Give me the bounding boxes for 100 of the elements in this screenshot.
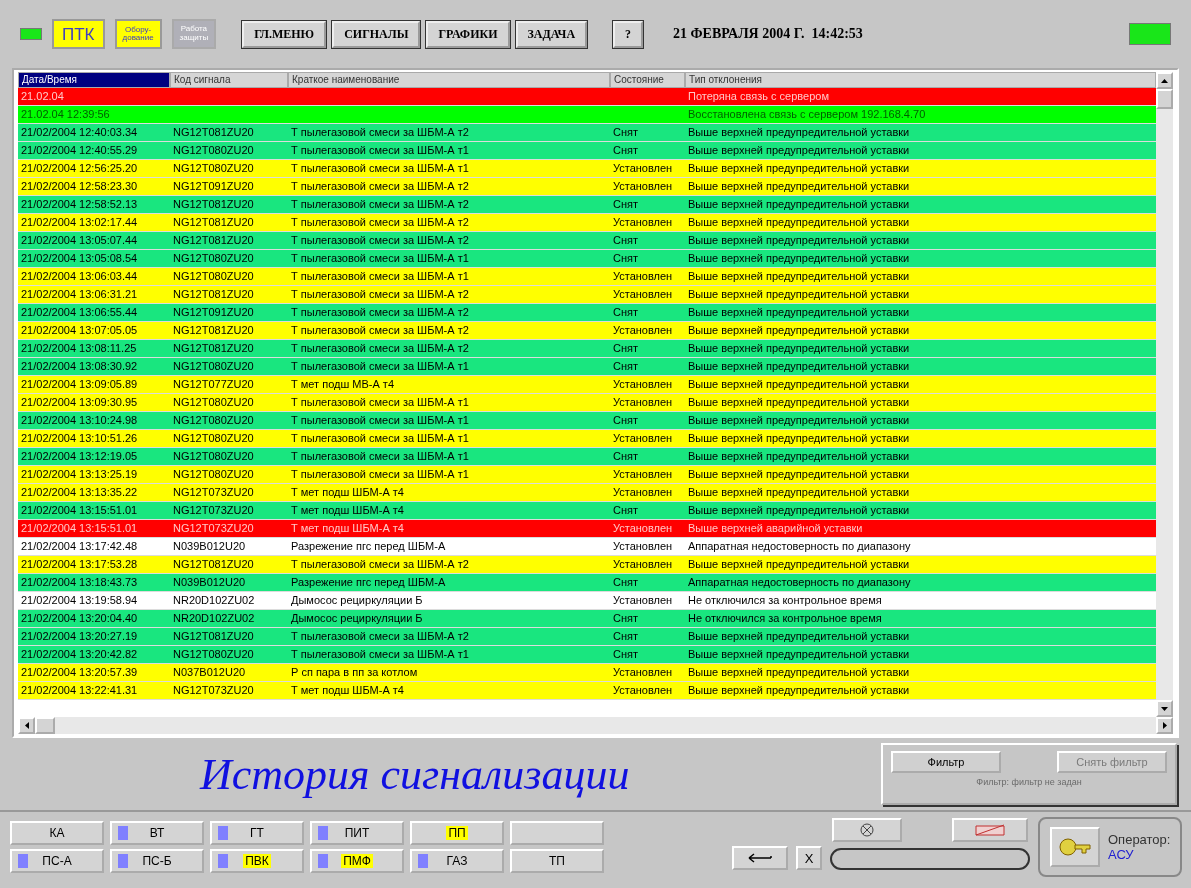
menu-button[interactable]: ГРАФИКИ: [426, 20, 510, 48]
scroll-up-button[interactable]: [1156, 72, 1173, 89]
table-cell-text: Выше верхней предупредительной уставки: [687, 341, 911, 356]
filter-button[interactable]: Фильтр: [891, 751, 1001, 773]
table-cell-text: NG12T080ZU20: [172, 449, 255, 464]
down-arrow-icon: [1161, 706, 1168, 711]
table-row[interactable]: 21/02/2004 13:18:43.73 N039B012U20 Разрежение пгс перед ШБМ-А Снят Аппаратная недостоверность по диапазону: [18, 574, 1156, 592]
table-cell-text: 21/02/2004 13:08:11.25: [20, 341, 138, 356]
table-row[interactable]: 21/02/2004 13:22:41.31 NG12T073ZU20 Т мет подш ШБМ-А т4 Установлен Выше верхней предупредительной уставки: [18, 682, 1156, 700]
table-row[interactable]: 21/02/2004 13:07:05.05 NG12T081ZU20 Т пылегазовой смеси за ШБМ-А т2 Установлен Выше верхней предупредительной уставки: [18, 322, 1156, 340]
table-cell-text: NG12T073ZU20: [172, 485, 255, 500]
table-row[interactable]: 21/02/2004 13:20:42.82 NG12T080ZU20 Т пылегазовой смеси за ШБМ-А т1 Снят Выше верхней предупредительной уставки: [18, 646, 1156, 664]
login-button[interactable]: [1050, 827, 1100, 867]
table-cell-text: Снят: [612, 233, 639, 248]
column-header[interactable]: Краткое наименование: [288, 72, 610, 88]
menu-button[interactable]: ГЛ.МЕНЮ: [242, 20, 327, 48]
table-cell-text: 21/02/2004 13:10:51.26: [20, 431, 139, 446]
table-row[interactable]: 21/02/2004 13:09:05.89 NG12T077ZU20 Т мет подш МВ-А т4 Установлен Выше верхней предупредительной уставки: [18, 376, 1156, 394]
scroll-down-button[interactable]: [1156, 700, 1173, 717]
table-row[interactable]: 21/02/2004 12:40:55.29 NG12T080ZU20 Т пылегазовой смеси за ШБМ-А т1 Снят Выше верхней предупредительной уставки: [18, 142, 1156, 160]
marker-icon: [218, 854, 228, 868]
table-cell-text: 21/02/2004 13:06:31.21: [20, 287, 139, 302]
column-header[interactable]: Тип отклонения: [685, 72, 1156, 88]
menu-button[interactable]: ЗАДАЧА: [515, 20, 588, 48]
table-row[interactable]: 21/02/2004 13:09:30.95 NG12T080ZU20 Т пылегазовой смеси за ШБМ-А т1 Установлен Выше верхней предупредительной уставки: [18, 394, 1156, 412]
table-cell-text: Аппаратная недостоверность по диапазону: [687, 539, 912, 554]
system-button[interactable]: ТП: [510, 849, 604, 873]
table-cell-text: Выше верхней предупредительной уставки: [687, 557, 911, 572]
system-button[interactable]: ПС-Б: [110, 849, 204, 873]
table-cell-text: Выше верхней предупредительной уставки: [687, 143, 911, 158]
table-row[interactable]: 21/02/2004 13:05:07.44 NG12T081ZU20 Т пылегазовой смеси за ШБМ-А т2 Снят Выше верхней предупредительной уставки: [18, 232, 1156, 250]
table-cell-text: NG12T073ZU20: [172, 503, 255, 518]
back-button[interactable]: [732, 846, 788, 870]
table-row[interactable]: 21/02/2004 13:10:24.98 NG12T080ZU20 Т пылегазовой смеси за ШБМ-А т1 Снят Выше верхней предупредительной уставки: [18, 412, 1156, 430]
system-button[interactable]: КА: [10, 821, 104, 845]
table-cell-text: Выше верхней предупредительной уставки: [687, 323, 911, 338]
table-cell-text: 21/02/2004 13:22:41.31: [20, 683, 139, 698]
table-cell-text: Снят: [612, 575, 639, 590]
system-button[interactable]: ГТ: [210, 821, 304, 845]
table-cell-text: Разрежение пгс перед ШБМ-А: [290, 539, 447, 554]
column-header[interactable]: Состояние: [610, 72, 685, 88]
table-row[interactable]: 21/02/2004 12:40:03.34 NG12T081ZU20 Т пылегазовой смеси за ШБМ-А т2 Снят Выше верхней предупредительной уставки: [18, 124, 1156, 142]
column-header[interactable]: Дата/Время: [18, 72, 170, 88]
table-row[interactable]: 21/02/2004 13:20:04.40 NR20D102ZU02 Дымосос рециркуляции Б Снят Не отключился за контрольное время: [18, 610, 1156, 628]
table-row[interactable]: 21.02.04 12:39:56 Восстановлена связь с сервером 192.168.4.70: [18, 106, 1156, 124]
table-cell-text: 21/02/2004 13:05:08.54: [20, 251, 139, 266]
table-cell-text: 21/02/2004 12:58:52.13: [20, 197, 139, 212]
table-row[interactable]: 21/02/2004 12:58:23.30 NG12T091ZU20 Т пылегазовой смеси за ШБМ-А т2 Установлен Выше верхней предупредительной уставки: [18, 178, 1156, 196]
scroll-thumb[interactable]: [1156, 89, 1173, 109]
system-button[interactable]: ПС-А: [10, 849, 104, 873]
system-button[interactable]: ПВК: [210, 849, 304, 873]
scroll-right-button[interactable]: [1156, 717, 1173, 734]
table-cell-text: NG12T081ZU20: [172, 287, 255, 302]
system-button[interactable]: ВТ: [110, 821, 204, 845]
message-button[interactable]: [952, 818, 1028, 842]
table-row[interactable]: 21/02/2004 13:17:53.28 NG12T081ZU20 Т пылегазовой смеси за ШБМ-А т2 Установлен Выше верхней предупредительной уставки: [18, 556, 1156, 574]
system-button[interactable]: ПИТ: [310, 821, 404, 845]
scroll-left-button[interactable]: [18, 717, 35, 734]
table-cell-text: Снят: [612, 413, 639, 428]
table-cell-text: 21/02/2004 13:20:57.39: [20, 665, 139, 680]
column-header[interactable]: Код сигнала: [170, 72, 288, 88]
cancel-button[interactable]: [832, 818, 902, 842]
table-row[interactable]: 21/02/2004 12:58:52.13 NG12T081ZU20 Т пылегазовой смеси за ШБМ-А т2 Снят Выше верхней предупредительной уставки: [18, 196, 1156, 214]
table-cell-text: Восстановлена связь с сервером 192.168.4.70: [687, 107, 927, 122]
equipment-button[interactable]: Обору- дование: [114, 19, 162, 49]
table-row[interactable]: 21/02/2004 13:06:03.44 NG12T080ZU20 Т пылегазовой смеси за ШБМ-А т1 Установлен Выше верхней предупредительной уставки: [18, 268, 1156, 286]
table-cell-text: Выше верхней предупредительной уставки: [687, 233, 911, 248]
table-row[interactable]: 21/02/2004 12:56:25.20 NG12T080ZU20 Т пылегазовой смеси за ШБМ-А т1 Установлен Выше верхней предупредительной уставки: [18, 160, 1156, 178]
system-button[interactable]: ПМФ: [310, 849, 404, 873]
table-cell-text: Т пылегазовой смеси за ШБМ-А т2: [290, 125, 470, 140]
menu-button[interactable]: СИГНАЛЫ: [332, 20, 421, 48]
table-row[interactable]: 21/02/2004 13:15:51.01 NG12T073ZU20 Т мет подш ШБМ-А т4 Снят Выше верхней предупредительной уставки: [18, 502, 1156, 520]
table-row[interactable]: 21/02/2004 13:08:11.25 NG12T081ZU20 Т пылегазовой смеси за ШБМ-А т2 Снят Выше верхней предупредительной уставки: [18, 340, 1156, 358]
scroll-thumb[interactable]: [35, 717, 55, 734]
close-button[interactable]: X: [796, 846, 822, 870]
table-row[interactable]: 21/02/2004 13:08:30.92 NG12T080ZU20 Т пылегазовой смеси за ШБМ-А т1 Снят Выше верхней предупредительной уставки: [18, 358, 1156, 376]
table-row[interactable]: 21/02/2004 13:20:57.39 N037B012U20 Р сп пара в пп за котлом Установлен Выше верхней предупредительной уставки: [18, 664, 1156, 682]
system-button[interactable]: ПП: [410, 821, 504, 845]
table-cell-text: Снят: [612, 197, 639, 212]
table-cell-text: Т пылегазовой смеси за ШБМ-А т1: [290, 251, 470, 266]
table-row[interactable]: 21/02/2004 13:06:55.44 NG12T091ZU20 Т пылегазовой смеси за ШБМ-А т2 Снят Выше верхней предупредительной уставки: [18, 304, 1156, 322]
table-row[interactable]: 21/02/2004 13:12:19.05 NG12T080ZU20 Т пылегазовой смеси за ШБМ-А т1 Снят Выше верхней предупредительной уставки: [18, 448, 1156, 466]
table-row[interactable]: 21/02/2004 13:10:51.26 NG12T080ZU20 Т пылегазовой смеси за ШБМ-А т1 Установлен Выше верхней предупредительной уставки: [18, 430, 1156, 448]
table-cell-text: Т мет подш ШБМ-А т4: [290, 503, 405, 518]
table-row[interactable]: 21/02/2004 13:20:27.19 NG12T081ZU20 Т пылегазовой смеси за ШБМ-А т2 Снят Выше верхней предупредительной уставки: [18, 628, 1156, 646]
table-cell-text: 21/02/2004 13:15:51.01: [20, 503, 139, 518]
table-row[interactable]: 21/02/2004 13:06:31.21 NG12T081ZU20 Т пылегазовой смеси за ШБМ-А т2 Установлен Выше верхней предупредительной уставки: [18, 286, 1156, 304]
ptk-button[interactable]: ПТК: [52, 19, 105, 49]
table-cell-text: Снят: [612, 125, 639, 140]
table-cell-text: Т пылегазовой смеси за ШБМ-А т2: [290, 197, 470, 212]
table-cell-text: Выше верхней предупредительной уставки: [687, 395, 911, 410]
table-cell-text: 21/02/2004 13:18:43.73: [20, 575, 139, 590]
system-button[interactable]: ГАЗ: [410, 849, 504, 873]
help-button[interactable]: ?: [613, 20, 644, 48]
table-row[interactable]: 21/02/2004 13:13:25.19 NG12T080ZU20 Т пылегазовой смеси за ШБМ-А т1 Установлен Выше верхней предупредительной уставки: [18, 466, 1156, 484]
table-row[interactable]: 21/02/2004 13:13:35.22 NG12T073ZU20 Т мет подш ШБМ-А т4 Установлен Выше верхней предупредительной уставки: [18, 484, 1156, 502]
table-row[interactable]: 21/02/2004 13:05:08.54 NG12T080ZU20 Т пылегазовой смеси за ШБМ-А т1 Снят Выше верхней предупредительной уставки: [18, 250, 1156, 268]
table-row[interactable]: 21/02/2004 13:02:17.44 NG12T081ZU20 Т пылегазовой смеси за ШБМ-А т2 Установлен Выше верхней предупредительной уставки: [18, 214, 1156, 232]
table-cell-text: Р сп пара в пп за котлом: [290, 665, 419, 680]
table-cell-text: Т пылегазовой смеси за ШБМ-А т1: [290, 467, 470, 482]
